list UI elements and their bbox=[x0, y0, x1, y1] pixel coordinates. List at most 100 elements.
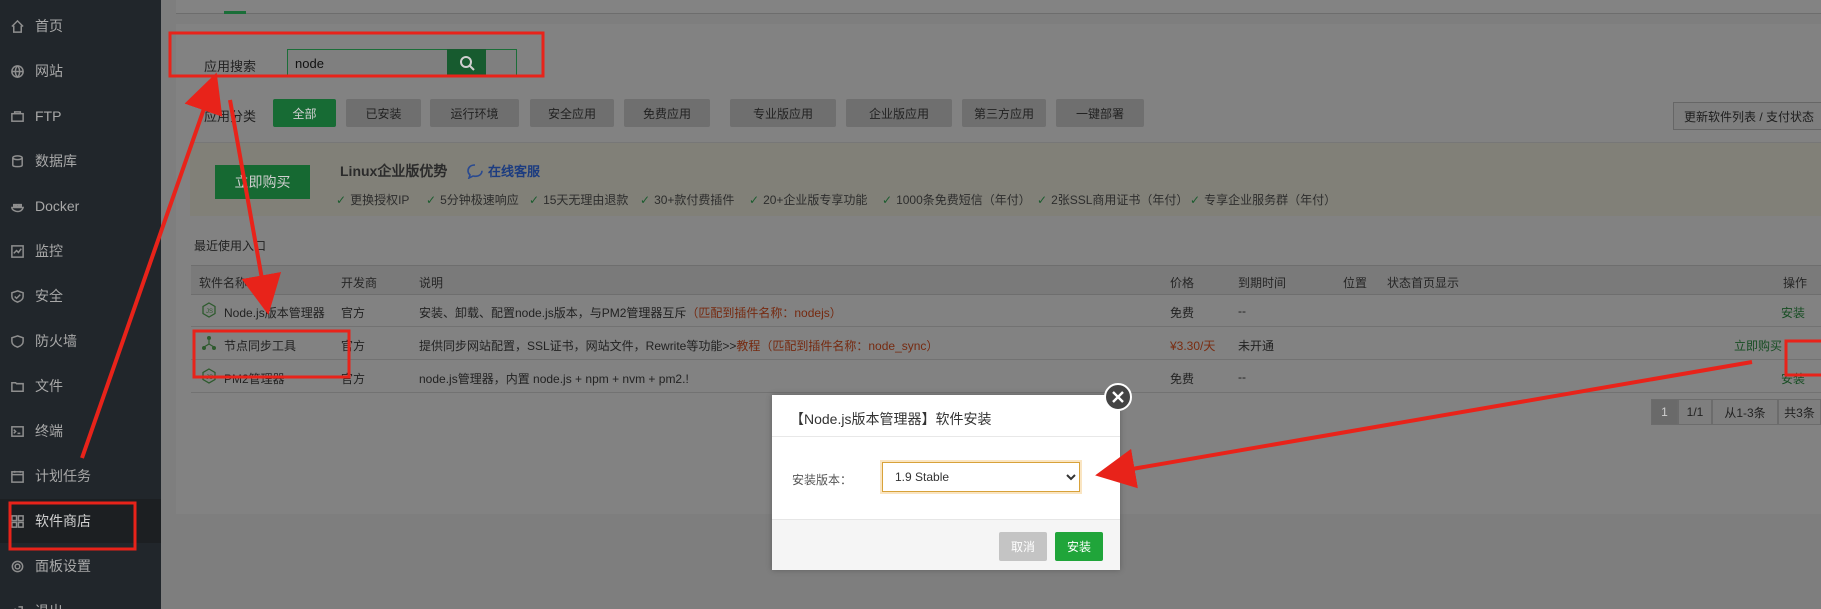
app-action[interactable]: 立即购买 bbox=[1734, 337, 1782, 354]
column-header: 位置 bbox=[1343, 276, 1368, 290]
column-header: 到期时间 bbox=[1238, 276, 1287, 290]
category-tab-4[interactable]: 免费应用 bbox=[624, 99, 710, 127]
check-icon: ✓ bbox=[426, 193, 437, 207]
desc-text: 安装、卸载、配置node.js版本，与PM2管理器互斥 bbox=[419, 306, 687, 320]
sidebar-item-3[interactable]: 数据库 bbox=[0, 139, 161, 183]
column-header: 首页显示 bbox=[1411, 276, 1460, 290]
sidebar-item-8[interactable]: 文件 bbox=[0, 364, 161, 408]
sidebar-item-5[interactable]: 监控 bbox=[0, 229, 161, 273]
install-button[interactable]: 安装 bbox=[1055, 532, 1103, 561]
app-price: 免费 bbox=[1170, 306, 1195, 320]
shield-icon bbox=[9, 288, 25, 304]
update-list-button[interactable]: 更新软件列表 / 支付状态 bbox=[1673, 102, 1821, 130]
search-button[interactable] bbox=[447, 49, 486, 77]
category-tab-0[interactable]: 全部 bbox=[273, 99, 336, 127]
node-sync-icon bbox=[202, 336, 216, 350]
pager-current[interactable]: 1 bbox=[1651, 399, 1678, 425]
database-icon bbox=[9, 153, 25, 169]
svg-text:JS: JS bbox=[206, 309, 213, 315]
logout-icon bbox=[9, 603, 25, 609]
sidebar-item-2[interactable]: FTP bbox=[0, 94, 161, 138]
desc-text: node.js管理器，内置 node.js + npm + nvm + pm2.… bbox=[419, 372, 689, 386]
feature-label: 15天无理由退款 bbox=[543, 193, 629, 207]
terminal-icon bbox=[9, 423, 25, 439]
feature-label: 1000条免费短信（年付） bbox=[896, 193, 1031, 207]
desc-hint: 教程（匹配到插件名称：node_sync） bbox=[736, 339, 939, 353]
sidebar-item-label: 防火墙 bbox=[35, 333, 77, 349]
category-tab-5[interactable]: 专业版应用 bbox=[730, 99, 836, 127]
app-action[interactable]: 安装 bbox=[1781, 370, 1805, 387]
column-header: 价格 bbox=[1170, 276, 1195, 290]
table-row: JS Node.js版本管理器 官方 安装、卸载、配置node.js版本，与PM2管理… bbox=[191, 295, 1821, 327]
dialog-title: 【Node.js版本管理器】软件安装 bbox=[790, 411, 992, 427]
feature-item: ✓ 20+企业版专享功能 bbox=[749, 191, 867, 208]
app-name[interactable]: PM2管理器 bbox=[224, 370, 285, 387]
sidebar: 首页网站 FTP 数据库 Docker 监控安全防火墙文件终端计划任务软件商店面板设置退… bbox=[0, 0, 161, 609]
sidebar-item-6[interactable]: 安全 bbox=[0, 274, 161, 318]
sidebar-item-label: FTP bbox=[35, 108, 62, 124]
firewall-icon bbox=[9, 333, 25, 349]
cancel-button[interactable]: 取消 bbox=[999, 532, 1047, 561]
feature-item: ✓ 5分钟极速响应 bbox=[426, 191, 519, 208]
category-tab-6[interactable]: 企业版应用 bbox=[846, 99, 952, 127]
sidebar-item-label: 终端 bbox=[35, 423, 63, 439]
check-icon: ✓ bbox=[529, 193, 540, 207]
docker-icon bbox=[9, 198, 25, 214]
check-icon: ✓ bbox=[749, 193, 760, 207]
table-header: 软件名称 开发商 说明 价格 到期时间 位置 状态 首页显示 操作 bbox=[191, 265, 1821, 295]
pager-total: 共3条 bbox=[1778, 399, 1821, 425]
table-row: JS PM2管理器 官方 node.js管理器，内置 node.js + npm + … bbox=[191, 361, 1821, 393]
category-tab-3[interactable]: 安全应用 bbox=[530, 99, 614, 127]
sidebar-item-1[interactable]: 网站 bbox=[0, 49, 161, 93]
category-tab-8[interactable]: 一键部署 bbox=[1056, 99, 1144, 127]
svg-text:JS: JS bbox=[206, 375, 213, 381]
app-action[interactable]: 安装 bbox=[1781, 304, 1805, 321]
sidebar-item-label: 数据库 bbox=[35, 153, 77, 169]
feature-item: ✓ 15天无理由退款 bbox=[529, 191, 628, 208]
app-developer: 官方 bbox=[341, 372, 366, 386]
feature-label: 2张SSL商用证书（年付） bbox=[1051, 193, 1189, 207]
sidebar-item-13[interactable]: 退出 bbox=[0, 589, 161, 609]
app-name[interactable]: 节点同步工具 bbox=[224, 337, 296, 354]
sidebar-item-label: 软件商店 bbox=[35, 513, 91, 529]
version-label: 安装版本： bbox=[792, 473, 853, 487]
home-icon bbox=[9, 18, 25, 34]
sidebar-item-7[interactable]: 防火墙 bbox=[0, 319, 161, 363]
dialog-close-button[interactable] bbox=[1104, 383, 1132, 411]
sidebar-item-10[interactable]: 计划任务 bbox=[0, 454, 161, 498]
app-description: node.js管理器，内置 node.js + npm + nvm + pm2.… bbox=[419, 370, 689, 387]
sidebar-item-label: 计划任务 bbox=[35, 468, 91, 484]
sidebar-item-label: 面板设置 bbox=[35, 558, 91, 574]
feature-label: 20+企业版专享功能 bbox=[763, 193, 868, 207]
pager-pages: 1/1 bbox=[1678, 399, 1712, 425]
sidebar-item-12[interactable]: 面板设置 bbox=[0, 544, 161, 588]
top-tabs bbox=[176, 0, 1821, 14]
calendar-icon bbox=[9, 468, 25, 484]
gear-icon bbox=[9, 558, 25, 574]
sidebar-item-9[interactable]: 终端 bbox=[0, 409, 161, 453]
column-header: 软件名称 bbox=[199, 276, 248, 290]
feature-label: 更换授权IP bbox=[350, 193, 410, 207]
search-icon bbox=[459, 56, 475, 71]
sidebar-item-0[interactable]: 首页 bbox=[0, 4, 161, 48]
sidebar-item-4[interactable]: Docker bbox=[0, 184, 161, 228]
sidebar-item-11[interactable]: 软件商店 bbox=[0, 499, 161, 543]
app-name[interactable]: Node.js版本管理器 bbox=[224, 304, 325, 321]
app-price: ¥3.30/天 bbox=[1170, 339, 1216, 353]
version-select[interactable]: 1.9 Stable bbox=[882, 462, 1080, 492]
active-tab-underline bbox=[224, 11, 246, 14]
buy-now-button[interactable]: 立即购买 bbox=[215, 165, 310, 199]
feature-label: 专享企业服务群（年付） bbox=[1204, 193, 1337, 207]
column-header: 说明 bbox=[419, 276, 444, 290]
category-tab-2[interactable]: 运行环境 bbox=[430, 99, 519, 127]
category-tab-1[interactable]: 已安装 bbox=[346, 99, 421, 127]
category-tab-7[interactable]: 第三方应用 bbox=[962, 99, 1046, 127]
app-price: 免费 bbox=[1170, 372, 1195, 386]
online-service-label: 在线客服 bbox=[488, 164, 541, 179]
online-service-link[interactable]: 在线客服 bbox=[466, 161, 540, 180]
column-header: 操作 bbox=[1783, 276, 1808, 290]
pagination: 1 1/1 从1-3条 共3条 bbox=[1651, 399, 1821, 425]
check-icon: ✓ bbox=[640, 193, 651, 207]
pm2-icon: JS bbox=[202, 368, 216, 384]
dialog-divider bbox=[772, 436, 1120, 437]
